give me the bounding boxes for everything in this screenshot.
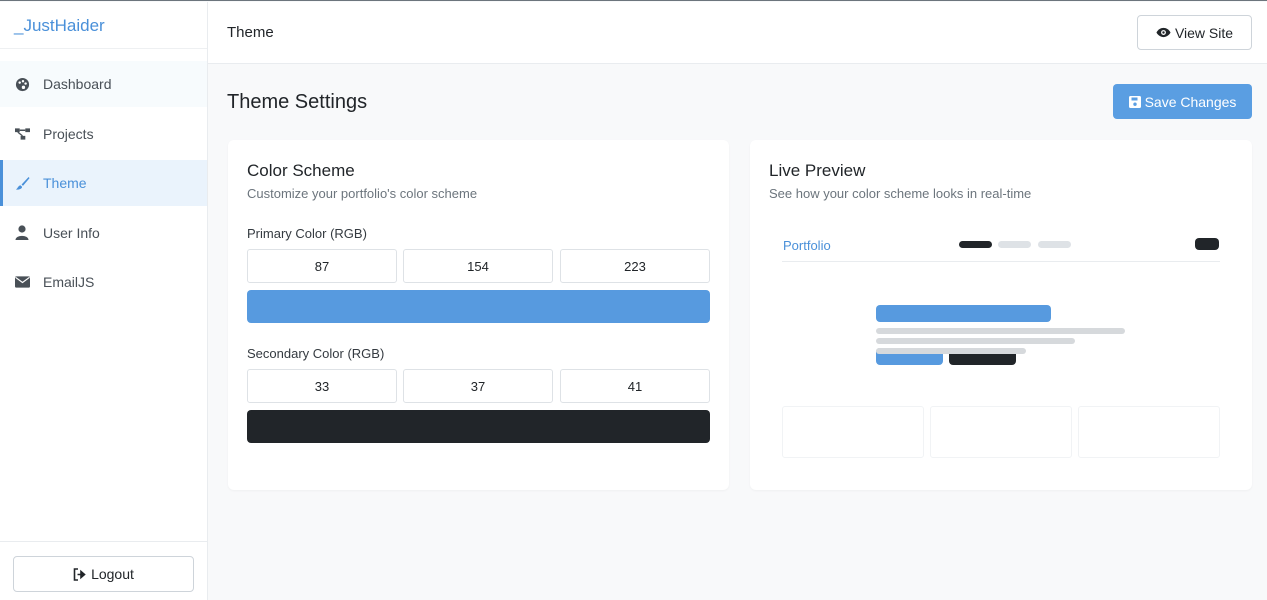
sidebar-item-label: User Info [43, 224, 100, 241]
preview-nav-link-active [959, 241, 992, 248]
envelope-icon [14, 274, 30, 290]
live-preview-title: Live Preview [769, 161, 866, 180]
color-scheme-card: Color Scheme Customize your portfolio's … [228, 140, 729, 490]
sidebar-item-label: EmailJS [43, 274, 95, 291]
preview-text-line [876, 348, 1026, 354]
secondary-color-swatch [247, 410, 710, 443]
preview-navbar-divider [782, 261, 1220, 262]
header-title: Theme [227, 24, 274, 41]
primary-red-input[interactable] [247, 249, 397, 283]
preview-text-line [876, 328, 1125, 334]
secondary-red-input[interactable] [247, 369, 397, 403]
preview-nav-link [998, 241, 1031, 248]
preview-nav-link [1038, 241, 1071, 248]
brand-logo[interactable]: _JustHaider [0, 2, 207, 49]
sidebar-item-label: Theme [43, 175, 87, 192]
live-preview-subtitle: See how your color scheme looks in real-… [769, 186, 1032, 201]
preview-text-line [876, 338, 1075, 344]
secondary-green-input[interactable] [403, 369, 553, 403]
live-preview-card: Live Preview See how your color scheme l… [750, 140, 1252, 490]
sidebar-item-emailjs[interactable]: EmailJS [0, 259, 207, 305]
page-title: Theme Settings [227, 91, 368, 113]
primary-color-swatch [247, 290, 710, 323]
primary-color-label: Primary Color (RGB) [247, 226, 367, 241]
sidebar-item-label: Projects [43, 125, 94, 142]
preview-project-card [782, 406, 924, 458]
sign-out-icon [73, 567, 87, 581]
sidebar-nav: Dashboard Projects Theme User Info Email… [0, 61, 207, 305]
sidebar-item-projects[interactable]: Projects [0, 111, 207, 157]
primary-blue-input[interactable] [560, 249, 710, 283]
sidebar-footer: Logout [0, 541, 207, 600]
user-icon [14, 225, 30, 241]
view-site-button[interactable]: View Site [1137, 15, 1252, 50]
preview-project-card [1078, 406, 1220, 458]
sidebar-item-theme[interactable]: Theme [0, 160, 207, 207]
project-diagram-icon [14, 126, 30, 142]
palette-icon [14, 76, 30, 92]
top-header: Theme View Site [208, 2, 1267, 64]
eye-icon [1156, 27, 1171, 38]
save-changes-button[interactable]: Save Changes [1113, 84, 1252, 119]
preview-logo: Portfolio [783, 238, 831, 253]
save-icon [1128, 95, 1141, 108]
color-scheme-title: Color Scheme [247, 161, 355, 180]
primary-green-input[interactable] [403, 249, 553, 283]
sidebar-item-label: Dashboard [43, 76, 112, 92]
color-scheme-subtitle: Customize your portfolio's color scheme [247, 186, 478, 201]
logout-label: Logout [91, 566, 134, 582]
save-changes-label: Save Changes [1144, 93, 1237, 110]
brush-icon [14, 175, 30, 191]
sidebar: _JustHaider Dashboard Projects Theme Use… [0, 2, 208, 600]
sidebar-item-dashboard[interactable]: Dashboard [0, 61, 207, 107]
preview-nav-button [1195, 238, 1219, 250]
sidebar-item-user-info[interactable]: User Info [0, 210, 207, 256]
preview-project-card [930, 406, 1072, 458]
secondary-blue-input[interactable] [560, 369, 710, 403]
logout-button[interactable]: Logout [13, 556, 194, 592]
secondary-color-label: Secondary Color (RGB) [247, 346, 385, 361]
preview-hero-heading [876, 305, 1051, 322]
view-site-label: View Site [1174, 24, 1234, 41]
